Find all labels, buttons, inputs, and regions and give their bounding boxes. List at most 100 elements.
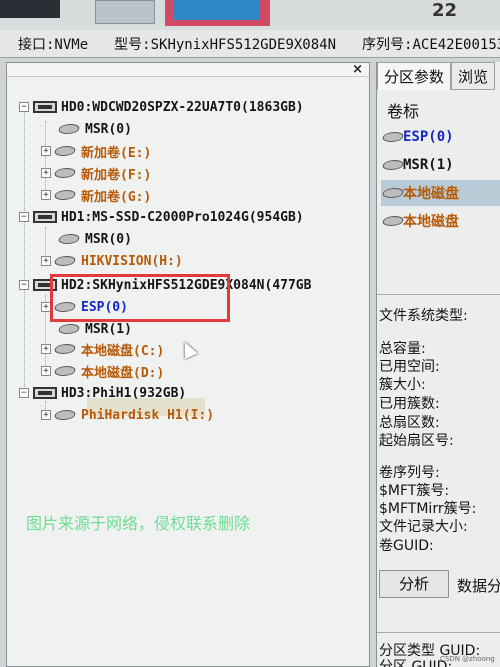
expand-icon[interactable]: + — [41, 146, 51, 156]
tree-partition[interactable]: MSR(0) — [57, 229, 132, 249]
volume-list: ESP(0) MSR(1) 本地磁盘 本地磁盘 — [381, 122, 500, 302]
tab-browse[interactable]: 浏览 — [451, 62, 496, 90]
expand-icon[interactable]: + — [41, 190, 51, 200]
partition-icon — [53, 366, 77, 376]
hard-disk-icon — [33, 211, 57, 223]
volume-item[interactable]: MSR(1) — [381, 152, 500, 178]
partition-icon — [53, 190, 77, 200]
partition-label: 本地磁盘(D:) — [81, 365, 165, 381]
volume-item-label: ESP(0) — [403, 129, 454, 145]
tree-partition[interactable]: + HIKVISION(H:) — [41, 251, 183, 271]
partition-icon — [53, 256, 77, 266]
top-blue-panel — [174, 0, 260, 20]
partition-label: 本地磁盘(C:) — [81, 343, 165, 359]
partition-label: MSR(0) — [85, 231, 132, 247]
watermark: CSDN @zhoong — [440, 655, 495, 663]
divider — [377, 632, 500, 633]
partition-icon — [53, 344, 77, 354]
tab-partition-params[interactable]: 分区参数 — [377, 62, 452, 90]
partition-icon — [381, 160, 405, 170]
volume-item[interactable]: 本地磁盘 — [381, 180, 500, 206]
partition-icon — [57, 124, 81, 134]
disk-info-bar: 接口:NVMe 型号:SKHynixHFS512GDE9X084N 序列号:AC… — [0, 30, 500, 58]
partition-icon — [381, 132, 405, 142]
disk-tree-pane: × − HD0:WDCWD20SPZX-22UA7T0(1863GB) MSR(… — [6, 62, 370, 667]
volume-label-header: 卷标 — [387, 102, 420, 121]
collapse-icon[interactable]: − — [19, 212, 29, 222]
total-sectors-label: 总扇区数: — [379, 415, 440, 431]
hard-disk-icon — [33, 101, 57, 113]
start-sector-label: 起始扇区号: — [379, 433, 454, 449]
top-number: 22 — [432, 0, 458, 21]
overlay-notice: 图片来源于网络，侵权联系删除 — [26, 514, 251, 533]
tree-partition[interactable]: + PhiHardisk H1(I:) — [41, 405, 214, 425]
collapse-icon[interactable]: − — [19, 280, 29, 290]
volume-item-label: MSR(1) — [403, 157, 454, 173]
tree-partition-msr[interactable]: MSR(1) — [57, 319, 132, 339]
used-clusters-label: 已用簇数: — [379, 396, 440, 412]
tree-partition[interactable]: MSR(0) — [57, 119, 132, 139]
top-strip: 22 — [0, 0, 500, 30]
volume-item[interactable]: ESP(0) — [381, 124, 500, 150]
expand-icon[interactable]: + — [41, 168, 51, 178]
file-record-size-label: 文件记录大小: — [379, 519, 468, 535]
hard-disk-icon — [33, 387, 57, 399]
partition-label: PhiHardisk H1(I:) — [81, 407, 215, 423]
partition-icon — [53, 168, 77, 178]
expand-icon[interactable]: + — [41, 256, 51, 266]
serial-field: 序列号:ACE42E00153 — [362, 36, 500, 53]
volume-item[interactable]: 本地磁盘 — [381, 208, 500, 234]
disk-label: HD3:PhiH1(932GB) — [61, 385, 187, 401]
partition-icon — [381, 216, 405, 226]
tree-partition-d[interactable]: + 本地磁盘(D:) — [41, 361, 164, 381]
cluster-size-label: 簇大小: — [379, 377, 426, 393]
used-space-label: 已用空间: — [379, 359, 440, 375]
mftmirr-cluster-label: $MFTMirr簇号: — [379, 501, 477, 517]
expand-icon[interactable]: + — [41, 344, 51, 354]
disk-tree: − HD0:WDCWD20SPZX-22UA7T0(1863GB) MSR(0)… — [7, 77, 369, 667]
close-icon[interactable]: × — [352, 62, 363, 77]
partition-label: MSR(1) — [85, 321, 132, 337]
tree-disk-hd3[interactable]: − HD3:PhiH1(932GB) — [19, 383, 186, 403]
partition-icon — [57, 324, 81, 334]
interface-field: 接口:NVMe — [18, 36, 89, 53]
expand-icon[interactable]: + — [41, 410, 51, 420]
tree-disk-hd1[interactable]: − HD1:MS-SSD-C2000Pro1024G(954GB) — [19, 207, 304, 227]
top-dark-block — [0, 0, 60, 18]
partition-label: HIKVISION(H:) — [81, 253, 183, 269]
partition-icon — [53, 146, 77, 156]
divider — [377, 294, 500, 295]
partition-icon — [57, 234, 81, 244]
disk-label: HD1:MS-SSD-C2000Pro1024G(954GB) — [61, 209, 304, 225]
tree-partition[interactable]: + 新加卷(F:) — [41, 163, 151, 183]
partition-icon — [381, 188, 405, 198]
partition-label: 新加卷(G:) — [81, 189, 152, 205]
volume-item-label: 本地磁盘 — [403, 214, 459, 230]
tree-disk-hd0[interactable]: − HD0:WDCWD20SPZX-22UA7T0(1863GB) — [19, 97, 304, 117]
collapse-icon[interactable]: − — [19, 102, 29, 112]
model-field: 型号:SKHynixHFS512GDE9X084N — [114, 36, 337, 53]
volume-guid-label: 卷GUID: — [379, 538, 434, 554]
partition-label: 新加卷(F:) — [81, 167, 152, 183]
tree-partition-c[interactable]: + 本地磁盘(C:) — [41, 339, 164, 359]
collapse-icon[interactable]: − — [19, 388, 29, 398]
total-capacity-label: 总容量: — [379, 341, 426, 357]
disk-label: HD0:WDCWD20SPZX-22UA7T0(1863GB) — [61, 99, 304, 115]
analyze-button[interactable]: 分析 — [379, 570, 449, 598]
tab-bar: 分区参数 浏览 — [377, 62, 500, 90]
partition-icon — [53, 410, 77, 420]
top-gray-block — [95, 0, 155, 24]
partition-params-pane: 分区参数 浏览 卷标 ESP(0) MSR(1) 本地磁盘 本地磁盘 文件系统类… — [376, 62, 500, 667]
data-distribution-label: 数据分 — [457, 577, 500, 595]
mft-cluster-label: $MFT簇号: — [379, 483, 450, 499]
volume-serial-label: 卷序列号: — [379, 465, 440, 481]
volume-item-label: 本地磁盘 — [403, 186, 459, 202]
tree-partition[interactable]: + 新加卷(G:) — [41, 185, 151, 205]
tree-partition[interactable]: + 新加卷(E:) — [41, 141, 151, 161]
partition-label: MSR(0) — [85, 121, 132, 137]
fs-type-label: 文件系统类型: — [379, 308, 468, 324]
partition-label: 新加卷(E:) — [81, 145, 152, 161]
tree-pane-header — [7, 63, 369, 77]
expand-icon[interactable]: + — [41, 366, 51, 376]
red-highlight-box — [50, 274, 230, 322]
